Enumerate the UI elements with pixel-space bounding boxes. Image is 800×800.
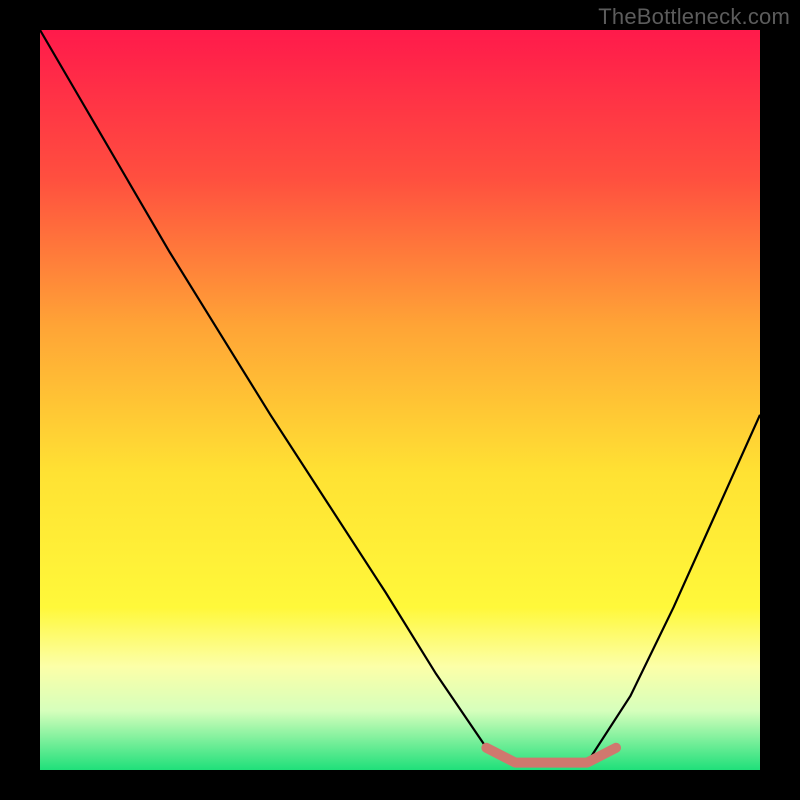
optimal-range-marker	[40, 30, 760, 770]
chart-frame: TheBottleneck.com	[0, 0, 800, 800]
plot-area	[40, 30, 760, 770]
watermark-text: TheBottleneck.com	[598, 4, 790, 30]
